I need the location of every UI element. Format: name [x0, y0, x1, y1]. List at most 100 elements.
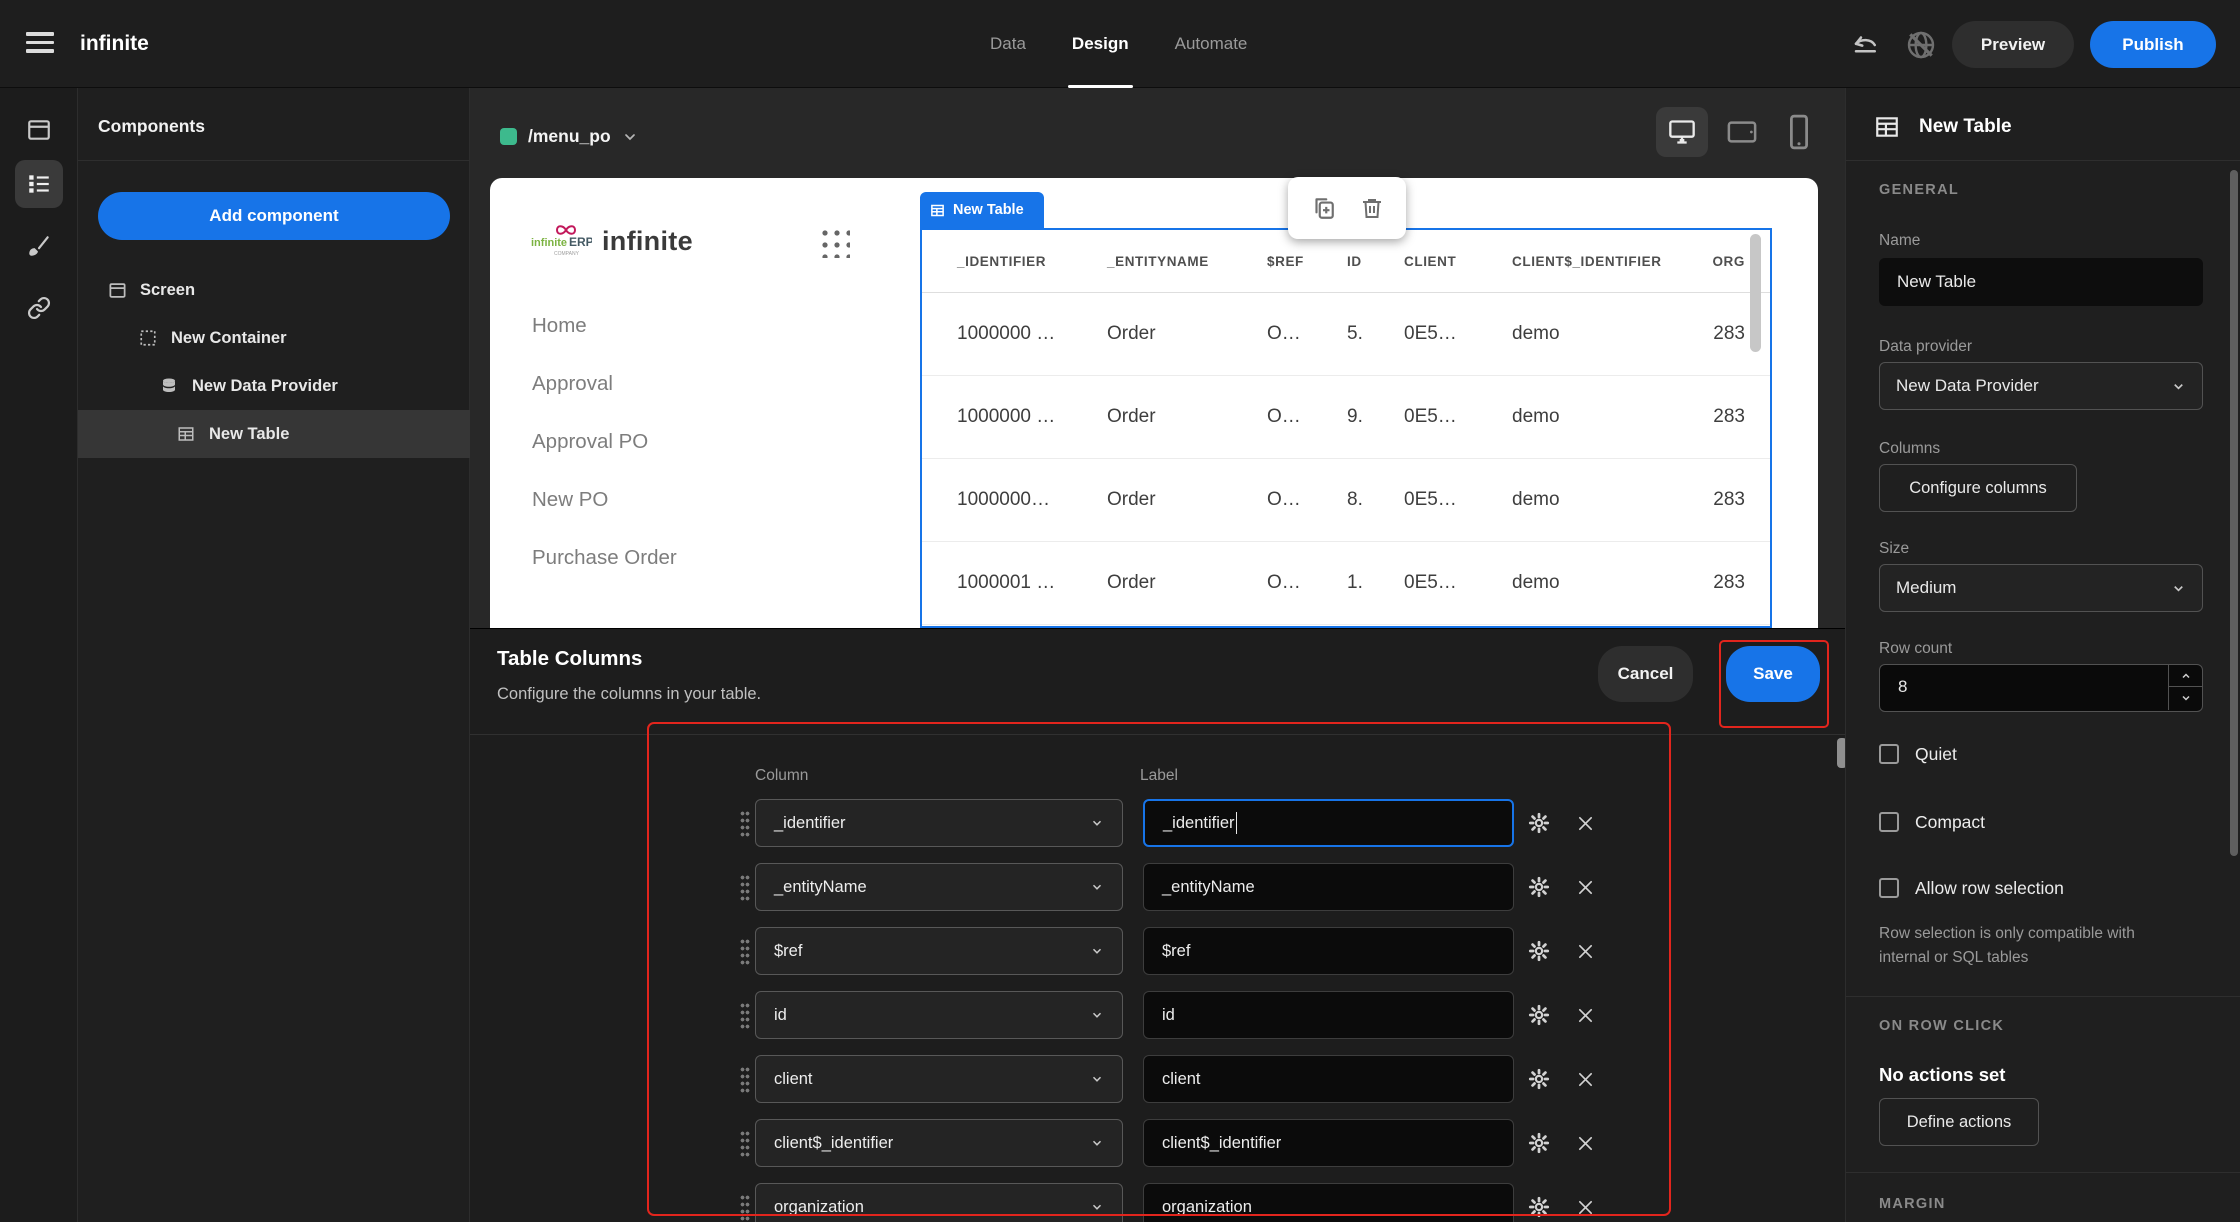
- tab-data[interactable]: Data: [990, 0, 1026, 88]
- row-selection-note: Row selection is only compatible with in…: [1879, 925, 2135, 966]
- row-count-input[interactable]: 8: [1879, 664, 2203, 712]
- drag-handle[interactable]: [740, 1193, 750, 1221]
- column-select[interactable]: id: [755, 991, 1123, 1039]
- data-provider-select[interactable]: New Data Provider: [1879, 362, 2203, 410]
- column-settings-button[interactable]: [1526, 927, 1552, 975]
- add-component-button[interactable]: Add component: [98, 192, 450, 240]
- column-select[interactable]: _identifier: [755, 799, 1123, 847]
- inspector-scrollbar[interactable]: [2230, 170, 2238, 856]
- nav-item-approval[interactable]: Approval: [532, 372, 613, 396]
- size-select[interactable]: Medium: [1879, 564, 2203, 612]
- delete-icon[interactable]: [1360, 196, 1384, 220]
- name-input[interactable]: New Table: [1879, 258, 2203, 306]
- drag-handle[interactable]: [740, 809, 750, 837]
- duplicate-icon[interactable]: [1310, 195, 1336, 221]
- column-select[interactable]: organization: [755, 1183, 1123, 1222]
- column-settings-button[interactable]: [1526, 1055, 1552, 1103]
- page-selector[interactable]: /menu_po: [500, 126, 638, 147]
- column-select[interactable]: client: [755, 1055, 1123, 1103]
- publish-button[interactable]: Publish: [2090, 21, 2216, 68]
- remove-column-button[interactable]: [1572, 991, 1598, 1039]
- table-icon: [176, 425, 196, 443]
- divider: [470, 734, 1845, 735]
- label-input[interactable]: _entityName: [1143, 863, 1514, 911]
- svg-text:infinite: infinite: [531, 237, 567, 249]
- table-row[interactable]: 1000000 … Order O… 5. 0E5… demo 283: [922, 292, 1770, 375]
- label-input[interactable]: client: [1143, 1055, 1514, 1103]
- allow-row-selection-checkbox[interactable]: [1879, 878, 1899, 898]
- remove-column-button[interactable]: [1572, 863, 1598, 911]
- configure-columns-button[interactable]: Configure columns: [1879, 464, 2077, 512]
- theme-brush-icon[interactable]: [15, 222, 63, 270]
- remove-column-button[interactable]: [1572, 927, 1598, 975]
- undo-icon[interactable]: [1850, 30, 1882, 65]
- remove-column-button[interactable]: [1572, 1183, 1598, 1222]
- column-settings-button[interactable]: [1526, 991, 1552, 1039]
- tree-item-screen[interactable]: Screen: [78, 266, 470, 314]
- column-settings-button[interactable]: [1526, 863, 1552, 911]
- nav-item-new-po[interactable]: New PO: [532, 488, 608, 512]
- nav-item-approval-po[interactable]: Approval PO: [532, 430, 648, 454]
- remove-column-button[interactable]: [1572, 1119, 1598, 1167]
- divider: [1846, 996, 2240, 997]
- quiet-checkbox[interactable]: [1879, 744, 1899, 764]
- label-input[interactable]: _identifier: [1143, 799, 1514, 847]
- preview-button[interactable]: Preview: [1952, 21, 2074, 68]
- links-icon[interactable]: [15, 284, 63, 332]
- drag-handle[interactable]: [740, 937, 750, 965]
- hamburger-menu-icon[interactable]: [26, 32, 54, 53]
- stepper-down-button[interactable]: [2169, 687, 2202, 709]
- column-settings-button[interactable]: [1526, 799, 1552, 847]
- table-widget[interactable]: _IDENTIFIER _ENTITYNAME $REF ID CLIENT C…: [920, 228, 1772, 628]
- column-select[interactable]: $ref: [755, 927, 1123, 975]
- drag-handle[interactable]: [740, 1129, 750, 1157]
- chevron-down-icon: [1092, 948, 1102, 954]
- stepper-up-button[interactable]: [2169, 665, 2202, 687]
- remove-column-button[interactable]: [1572, 1055, 1598, 1103]
- remove-column-button[interactable]: [1572, 799, 1598, 847]
- column-select[interactable]: _entityName: [755, 863, 1123, 911]
- nav-item-home[interactable]: Home: [532, 314, 587, 338]
- device-tablet-button[interactable]: [1722, 113, 1762, 151]
- tree-item-container[interactable]: New Container: [78, 314, 470, 362]
- drag-handle[interactable]: [740, 873, 750, 901]
- svg-text:ERP: ERP: [569, 235, 592, 249]
- label-input[interactable]: $ref: [1143, 927, 1514, 975]
- label-input[interactable]: id: [1143, 991, 1514, 1039]
- widget-selection-tab[interactable]: New Table: [920, 192, 1044, 228]
- components-panel-title: Components: [98, 116, 205, 136]
- drag-handle-grid-icon[interactable]: [818, 226, 850, 258]
- screens-icon[interactable]: [15, 106, 63, 154]
- column-config-row: client client: [470, 1055, 1845, 1103]
- cancel-button[interactable]: Cancel: [1598, 646, 1693, 702]
- table-row[interactable]: 1000000… Order O… 8. 0E5… demo 283: [922, 458, 1770, 541]
- device-desktop-button[interactable]: [1656, 107, 1708, 157]
- define-actions-button[interactable]: Define actions: [1879, 1098, 2039, 1146]
- nav-item-purchase-order[interactable]: Purchase Order: [532, 546, 677, 570]
- sheet-subtitle: Configure the columns in your table.: [497, 685, 762, 703]
- label-input[interactable]: organization: [1143, 1183, 1514, 1222]
- compact-checkbox[interactable]: [1879, 812, 1899, 832]
- components-icon[interactable]: [15, 160, 63, 208]
- tree-item-table[interactable]: New Table: [78, 410, 470, 458]
- tab-automate[interactable]: Automate: [1175, 0, 1248, 88]
- drag-handle[interactable]: [740, 1001, 750, 1029]
- column-settings-button[interactable]: [1526, 1119, 1552, 1167]
- column-config-row: _entityName _entityName: [470, 863, 1845, 911]
- drag-handle[interactable]: [740, 1065, 750, 1093]
- label-input[interactable]: client$_identifier: [1143, 1119, 1514, 1167]
- label-header-label: Label: [1140, 767, 1178, 784]
- table-row[interactable]: 1000001 … Order O… 1. 0E5… demo 283: [922, 541, 1770, 624]
- column-select[interactable]: client$_identifier: [755, 1119, 1123, 1167]
- chevron-down-icon: [1092, 1140, 1102, 1146]
- save-button[interactable]: Save: [1726, 646, 1820, 702]
- table-header-row: _IDENTIFIER _ENTITYNAME $REF ID CLIENT C…: [957, 253, 1745, 269]
- table-scrollbar[interactable]: [1750, 234, 1761, 352]
- device-phone-button[interactable]: [1782, 110, 1816, 154]
- table-icon: [1874, 114, 1900, 145]
- chevron-down-icon: [1092, 1076, 1102, 1082]
- column-settings-button[interactable]: [1526, 1183, 1552, 1222]
- table-row[interactable]: 1000000 … Order O… 9. 0E5… demo 283: [922, 375, 1770, 458]
- tree-item-data-provider[interactable]: New Data Provider: [78, 362, 470, 410]
- tab-design[interactable]: Design: [1067, 0, 1133, 88]
